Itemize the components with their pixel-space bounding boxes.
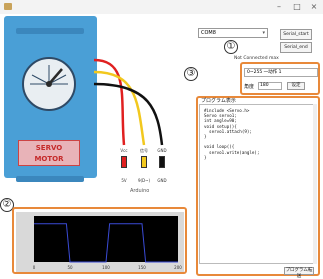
servo-label-line1: SERVO (35, 144, 63, 152)
serial-close-button[interactable]: Serial_end (280, 42, 312, 53)
x-tick-label: 50 (67, 265, 73, 270)
servo-motor-label: SERVO MOTOR (18, 140, 80, 166)
serial-port-value: COM8 (201, 30, 216, 36)
upload-program-button[interactable]: プログラム転送 (284, 267, 314, 279)
arduino-label: Arduino (130, 188, 150, 194)
angle-label: 角度 (244, 84, 255, 90)
wire-label-vcc: Vcc (120, 148, 128, 153)
x-tick-label: 0 (33, 265, 36, 270)
plot-area (34, 216, 178, 262)
servo-label-line2: MOTOR (34, 155, 64, 163)
serial-port-select[interactable]: COM8 ▾ (198, 28, 268, 38)
close-button[interactable]: × (307, 1, 321, 13)
app-icon (4, 3, 12, 10)
servo-horn-icon (30, 65, 68, 87)
x-tick-label: 100 (102, 265, 110, 270)
signal-chart: 0 50 100 150 200 (16, 212, 184, 272)
servo-mount-tab (16, 176, 84, 182)
mode-select[interactable]: 0~255 一动作 1 (244, 68, 318, 77)
code-panel-title: プログラム表示 (201, 98, 236, 104)
callout-1: ① (224, 40, 238, 54)
code-line: } (204, 154, 207, 160)
code-textarea[interactable]: #include <Servo.h> Servo servo1; int angle… (199, 104, 314, 264)
mode-select-value: 0~255 一动作 1 (247, 70, 282, 75)
x-tick-label: 150 (138, 265, 146, 270)
x-tick-label: 200 (174, 265, 182, 270)
servo-wires (93, 58, 164, 146)
control-highlight-box (240, 62, 320, 95)
pin-gnd (159, 156, 165, 168)
wire-label-gnd: GND (157, 148, 167, 153)
serial-open-button[interactable]: Serial_start (280, 29, 312, 40)
pin-label-gnd: GND (157, 178, 167, 183)
wire-label-signal: 信号 (140, 148, 148, 153)
angle-input[interactable]: 180 (258, 82, 282, 90)
pin-label-5v: 5V (121, 178, 127, 183)
servo-mount-tab (16, 28, 84, 34)
connection-status: Not Connected max (234, 56, 279, 61)
maximize-button[interactable]: □ (290, 1, 304, 13)
minimize-button[interactable]: – (272, 1, 286, 13)
pin-vcc (121, 156, 127, 168)
apply-button[interactable]: 设定 (287, 82, 305, 90)
chevron-down-icon: ▾ (262, 30, 265, 36)
pin-signal (141, 156, 147, 168)
pin-label-d9: 9(D~) (137, 178, 151, 183)
code-scrollbar[interactable] (313, 104, 317, 264)
callout-3: ③ (184, 67, 198, 81)
